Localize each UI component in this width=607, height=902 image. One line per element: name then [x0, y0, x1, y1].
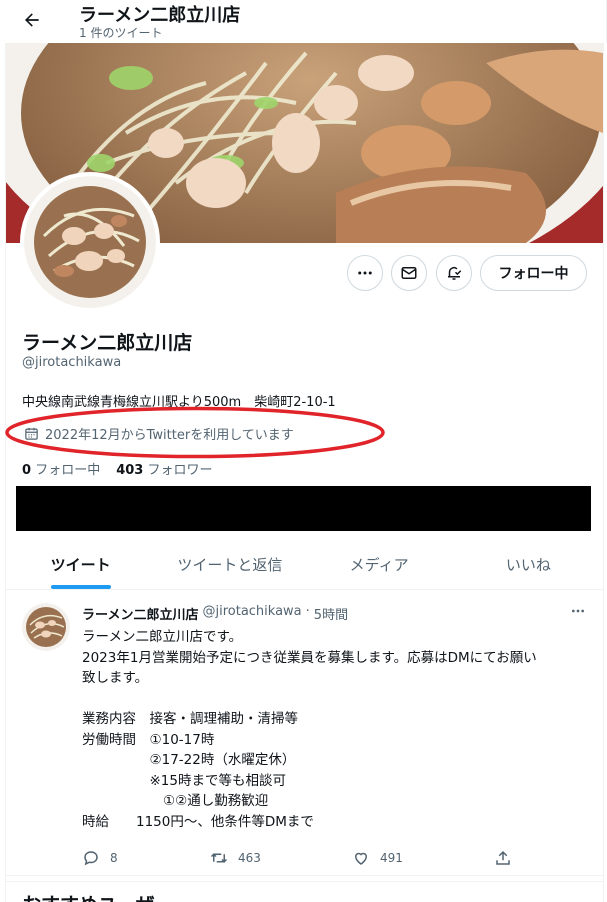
followers-link[interactable]: 403 フォロワー: [116, 459, 212, 478]
message-button[interactable]: [391, 255, 427, 291]
joined-date: 2022年12月からTwitterを利用しています: [24, 424, 294, 443]
recommended-users-card: おすすめユーザー: [6, 881, 603, 902]
tweet-header: ラーメン二郎立川店 @jirotachikawa · 5時間: [82, 604, 348, 623]
reply-count: 8: [110, 851, 118, 865]
share-button[interactable]: [494, 849, 512, 867]
bell-check-icon: [448, 266, 462, 280]
retweet-count: 463: [238, 851, 261, 865]
tweet-line: ラーメン二郎立川店です。: [82, 629, 243, 645]
tweet-avatar[interactable]: [22, 603, 70, 651]
following-label: フォロー中: [35, 463, 101, 478]
followers-count: 403: [116, 463, 144, 478]
arrow-left-icon: [25, 13, 39, 27]
like-count: 491: [380, 851, 403, 865]
tab-tweets[interactable]: ツイート: [6, 540, 155, 589]
more-options-button[interactable]: [347, 255, 383, 291]
avatar-ramen-image: [24, 176, 156, 308]
right-border: [603, 0, 604, 902]
profile-display-name: ラーメン二郎立川店: [22, 332, 193, 354]
retweet-icon: [210, 853, 228, 863]
back-button[interactable]: [18, 6, 46, 34]
reply-button[interactable]: 8: [82, 849, 118, 867]
following-count: 0: [22, 463, 32, 478]
tweet-line: 業務内容 接客・調理補助・清掃等: [82, 711, 298, 727]
envelope-icon: [401, 267, 417, 279]
redaction-bar: [16, 486, 591, 531]
heart-icon: [354, 852, 368, 865]
like-button[interactable]: 491: [352, 849, 403, 867]
tweet-line: [82, 689, 592, 710]
following-button[interactable]: フォロー中: [480, 255, 587, 291]
following-link[interactable]: 0 フォロー中: [22, 459, 100, 478]
profile-handle: @jirotachikawa: [22, 355, 122, 370]
tab-likes[interactable]: いいね: [454, 540, 603, 589]
profile-header-bar: ラーメン二郎立川店 1 件のツイート: [0, 0, 607, 43]
more-horizontal-icon: [358, 271, 372, 275]
follow-stats: 0 フォロー中 403 フォロワー: [22, 459, 213, 478]
retweet-button[interactable]: 463: [210, 849, 261, 867]
tweet-line: ①②通し勤務歓迎: [82, 793, 269, 809]
notifications-button[interactable]: [436, 255, 472, 291]
tab-tweets-and-replies[interactable]: ツイートと返信: [155, 540, 304, 589]
tab-media[interactable]: メディア: [305, 540, 454, 589]
joined-date-text: 2022年12月からTwitterを利用しています: [45, 428, 294, 443]
tweet-separator: ·: [305, 604, 310, 619]
tweet-count: 1 件のツイート: [79, 26, 163, 40]
tweet-line: ②17-22時（水曜定休）: [82, 752, 296, 768]
tweet-card[interactable]: ラーメン二郎立川店 @jirotachikawa · 5時間 ラーメン二郎立川店…: [6, 591, 603, 876]
tweet-avatar-image: [22, 603, 70, 651]
tweet-line: ※15時まで等も相談可: [82, 772, 286, 789]
tweet-text: ラーメン二郎立川店です。 2023年1月営業開始予定につき従業員を募集します。応…: [82, 627, 592, 832]
share-icon: [496, 850, 510, 865]
tweet-more-button[interactable]: [568, 603, 588, 619]
tweet-time[interactable]: 5時間: [314, 604, 348, 623]
profile-avatar[interactable]: [20, 172, 160, 312]
calendar-icon: [25, 427, 38, 440]
followers-label: フォロワー: [147, 463, 213, 478]
profile-tabs: ツイート ツイートと返信 メディア いいね: [6, 540, 603, 590]
tweet-author-handle[interactable]: @jirotachikawa: [202, 604, 301, 623]
tweet-author-name[interactable]: ラーメン二郎立川店: [82, 604, 198, 623]
tweet-line: 労働時間 ①10-17時: [82, 731, 215, 748]
recommended-users-title: おすすめユーザー: [22, 890, 174, 902]
reply-icon: [84, 851, 98, 866]
tweet-line: 2023年1月営業開始予定につき従業員を募集します。応募はDMにてお願い: [82, 649, 537, 666]
tweet-line: 致します。: [82, 670, 149, 686]
profile-bio: 中央線南武線青梅線立川駅より500m 柴崎町2-10-1: [22, 395, 336, 410]
more-horizontal-icon: [572, 609, 584, 613]
tweet-actions: 8 463 491: [82, 849, 522, 869]
tweet-line: 時給 1150円〜、他条件等DMまで: [82, 813, 314, 830]
